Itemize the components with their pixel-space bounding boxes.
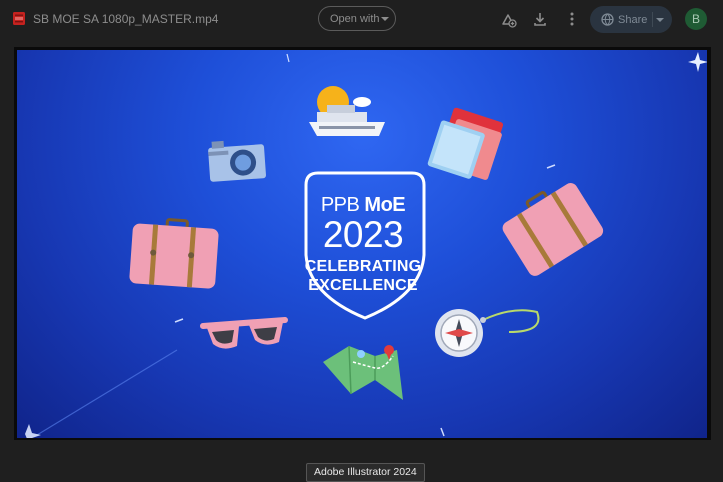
logo-celebrating: CELEBRATING [304,258,422,275]
passport-illustration [427,107,504,180]
video-frame[interactable]: PPB MoE 2023 CELEBRATING EXCELLENCE [17,50,707,438]
share-dropdown-icon[interactable] [656,18,664,22]
add-to-drive-icon[interactable] [499,10,517,28]
download-icon[interactable] [531,10,549,28]
share-divider [652,12,653,27]
suitcase-left-illustration [129,218,219,289]
logo-moe-text: MoE [364,194,406,216]
tooltip: Adobe Illustrator 2024 [306,463,425,482]
more-vert-icon[interactable] [563,10,581,28]
share-label: Share [618,14,648,26]
account-avatar[interactable]: B [685,8,707,30]
viewer-header: SB MOE SA 1080p_MASTER.mp4 Open with Sha… [0,0,723,40]
map-illustration [323,345,403,400]
cruise-ship-illustration [309,86,385,136]
globe-icon [601,13,614,26]
logo-badge: PPB MoE 2023 CELEBRATING EXCELLENCE [302,172,424,320]
logo-year: 2023 [322,214,404,255]
logo-ppb-text: PPB [320,194,365,216]
open-with-label: Open with [330,13,380,25]
logo-excellence: EXCELLENCE [308,277,418,294]
sunglasses-illustration [200,317,288,349]
open-with-button[interactable]: Open with [318,6,396,31]
compass-illustration [435,309,540,357]
share-button[interactable]: Share [590,6,672,33]
file-name: SB MOE SA 1080p_MASTER.mp4 [33,12,219,26]
chevron-down-icon [381,17,389,21]
video-player[interactable]: PPB MoE 2023 CELEBRATING EXCELLENCE [14,47,711,440]
suitcase-right-illustration [502,183,604,276]
video-file-icon [13,12,25,25]
camera-illustration [208,140,266,182]
